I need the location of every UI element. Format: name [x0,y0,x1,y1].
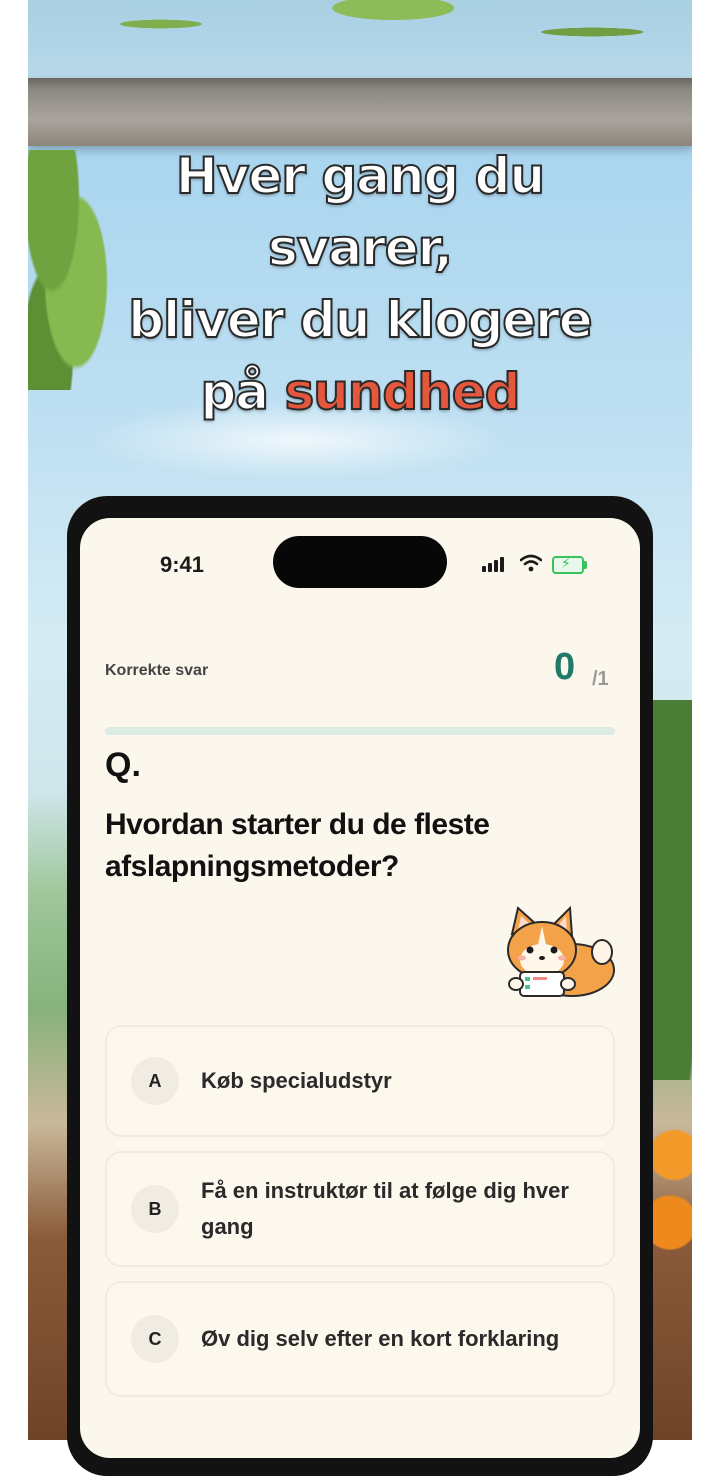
wifi-icon [520,554,542,572]
question-marker: Q. [105,746,141,784]
correct-answers-label: Korrekte svar [105,662,209,679]
question-text: Hvordan starter du de fleste afslapnings… [105,808,490,883]
option-text: Øv dig selv efter en kort forklaring [201,1326,560,1351]
status-icons: ⚡ [480,554,590,574]
background-oranges [648,1110,692,1260]
headline-prefix: på [200,362,271,422]
headline-line-3: bliver du klogere [127,290,593,350]
headline-highlight: sundhed [283,362,521,422]
corgi-mascot-icon [507,905,615,997]
option-letter: B [131,1185,179,1233]
headline-line-4: på sundhed [0,356,720,428]
progress-bar [105,727,615,735]
background-leaves [28,0,692,80]
option-letter: C [131,1315,179,1363]
battery-icon: ⚡ [552,555,587,574]
answer-option-a[interactable]: A Køb specialudstyr [105,1025,615,1137]
headline-line-1: Hver gang du [175,146,546,206]
phone-mockup: 9:41 ⚡ Korrekte svar 0 /1 Q. Hvordan sta… [67,496,653,1476]
window-frame [28,78,692,146]
promo-headline: Hver gang du svarer, bliver du klogere p… [0,140,720,428]
phone-screen: 9:41 ⚡ Korrekte svar 0 /1 Q. Hvordan sta… [80,518,640,1458]
dynamic-island [273,536,447,588]
status-time: 9:41 [160,552,205,577]
answer-option-c[interactable]: C Øv dig selv efter en kort forklaring [105,1281,615,1397]
score-total: /1 [592,668,609,690]
option-text: Køb specialudstyr [201,1068,392,1093]
headline-line-2: svarer, [267,218,454,278]
option-letter: A [131,1057,179,1105]
answer-option-b[interactable]: B Få en instruktør til at følge dig hver… [105,1151,615,1267]
score-value: 0 [554,646,576,688]
option-text: Få en instruktør til at følge dig hver g… [201,1178,569,1239]
